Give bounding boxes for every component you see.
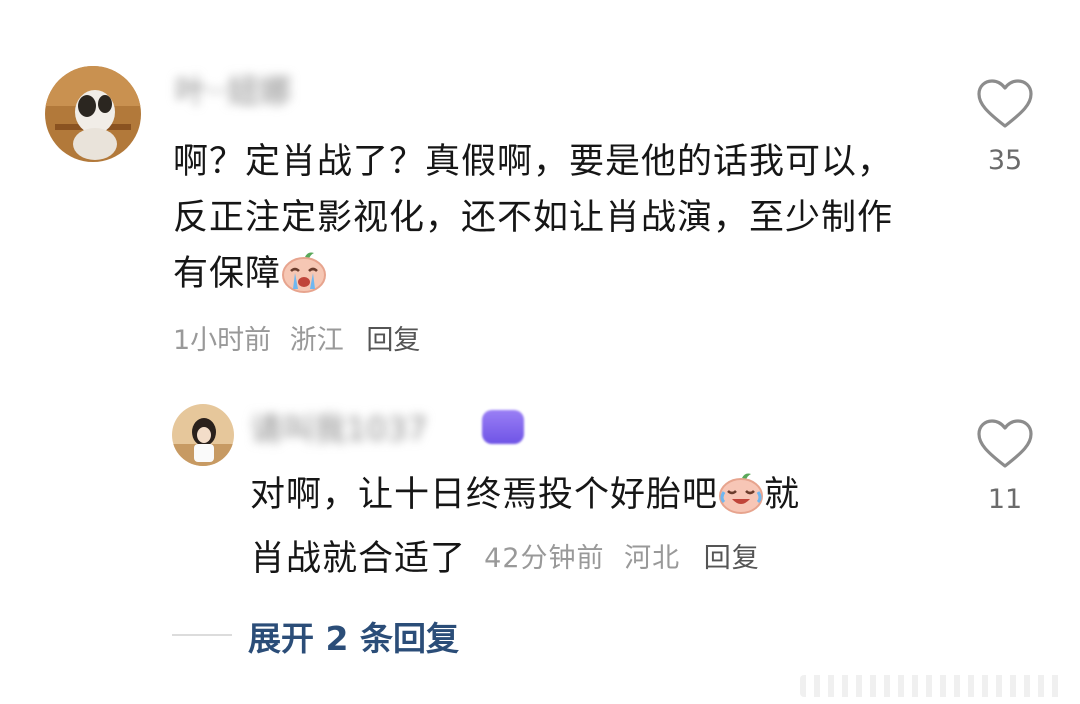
comment-meta: 1小时前 浙江 回复 [173,318,430,357]
comment-reply-button[interactable]: 回复 [366,325,420,356]
replier-badge [482,410,524,444]
commenter-avatar[interactable] [45,66,141,162]
reply-location: 河北 [624,543,681,574]
heart-icon [977,79,1033,128]
reply-text: 对啊，让十日终焉投个好胎吧 就 肖战就合适了 42分钟前 河北 回复 [250,467,900,590]
reply-time: 42分钟前 [484,543,605,574]
replier-username-row[interactable]: 请叫我1037 [250,406,570,448]
reply-text-line1: 对啊，让十日终焉投个好胎吧 [250,475,719,515]
heart-icon [977,419,1033,468]
reply-reply-button[interactable]: 回复 [704,543,760,574]
comment-like-count: 35 [987,145,1023,176]
commenter-username[interactable]: 叶··妞娜 [175,66,455,112]
expand-replies-button[interactable]: 展开 2 条回复 [248,612,459,660]
reply-like-count: 11 [987,484,1023,515]
reply-text-line2: 肖战就合适了 [250,539,467,579]
replier-avatar[interactable] [172,404,234,466]
crying-face-icon [281,251,327,310]
reply-meta: 42分钟前 河北 回复 [484,543,770,574]
comment-time: 1小时前 [173,325,272,356]
watermark [800,675,1062,697]
comment-text: 啊？定肖战了？真假啊，要是他的话我可以，反正注定影视化，还不如让肖战演，至少制作… [173,134,893,310]
replier-username: 请叫我1037 [250,410,428,448]
expand-divider [172,634,232,636]
comment-location: 浙江 [289,325,344,356]
tears-of-joy-icon [718,472,764,531]
reply-like-button[interactable] [975,418,1035,472]
comment-like-button[interactable] [975,78,1035,132]
reply-text-line1-end: 就 [764,475,801,515]
